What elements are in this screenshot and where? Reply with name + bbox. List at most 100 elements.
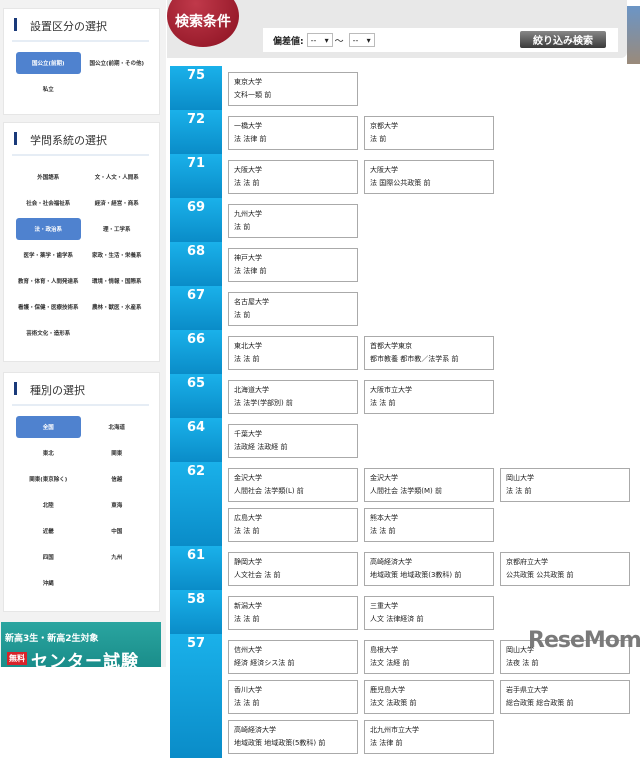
banner-line1: 新高3生・新高2生対象 — [5, 634, 99, 644]
department: 文科一類 前 — [234, 91, 272, 99]
university-card[interactable]: 信州大学 経済 経済シス法 前 — [228, 640, 358, 674]
department: 法政経 法政経 前 — [234, 443, 288, 451]
university-card[interactable]: 静岡大学 人文社会 法 前 — [228, 552, 358, 586]
university-card[interactable]: 三重大学 人文 法律経済 前 — [364, 596, 494, 630]
option-item[interactable]: 全国 — [16, 416, 81, 438]
department: 法 法律 前 — [234, 135, 267, 143]
score-cell: 67 — [170, 286, 222, 330]
option-item[interactable]: 信越 — [85, 468, 150, 490]
university-card[interactable]: 首都大学東京 都市教養 都市教／法学系 前 — [364, 336, 494, 370]
option-item[interactable]: 関東 — [85, 442, 150, 464]
option-item[interactable]: 東北 — [16, 442, 81, 464]
option-item[interactable]: 農林・獣医・水産系 — [85, 296, 150, 318]
panel-establishment: 設置区分の選択 国公立(前期) 国公立(前期・その他) 私立 — [3, 8, 160, 115]
option-item[interactable]: 医学・薬学・歯学系 — [16, 244, 81, 266]
university-card[interactable]: 京都大学法 前 — [364, 116, 494, 150]
sidebar: 設置区分の選択 国公立(前期) 国公立(前期・その他) 私立 学問系統の選択 外国語… — [0, 0, 166, 667]
university-card[interactable]: 大阪市立大学法 法 前 — [364, 380, 494, 414]
department: 法 法 前 — [234, 355, 260, 363]
department: 法 法 前 — [234, 699, 260, 707]
option-item[interactable]: 理・工学系 — [85, 218, 150, 240]
option-item[interactable]: 看護・保健・医療技術系 — [16, 296, 81, 318]
score-cell: 72 — [170, 110, 222, 154]
option-item[interactable]: 芸術文化・造形系 — [16, 322, 81, 344]
university-card[interactable]: 広島大学法 法 前 — [228, 508, 358, 542]
option-item[interactable]: 北海道 — [85, 416, 150, 438]
score-cell: 75 — [170, 66, 222, 110]
university-card[interactable]: 千葉大学 法政経 法政経 前 — [228, 424, 358, 458]
department: 人間社会 法学類(L) 前 — [234, 487, 304, 495]
university-card[interactable]: 北海道大学法 法学(学部別) 前 — [228, 380, 358, 414]
chevron-down-icon: ▾ — [366, 35, 371, 45]
university-card[interactable]: 金沢大学 人間社会 法学類(M) 前 — [364, 468, 494, 502]
score-row: 72 一橋大学法 法律 前京都大学法 前 — [170, 110, 640, 154]
university-card[interactable]: 京都府立大学 公共政策 公共政策 前 — [500, 552, 630, 586]
filter-label: 偏差値: — [273, 36, 304, 47]
university-card[interactable]: 名古屋大学法 前 — [228, 292, 358, 326]
department: 法 法 前 — [234, 179, 260, 187]
university-name: 静岡大学 — [234, 558, 262, 566]
chevron-down-icon: ▾ — [324, 35, 329, 45]
university-card[interactable]: 一橋大学法 法律 前 — [228, 116, 358, 150]
university-card[interactable]: 北九州市立大学法 法律 前 — [364, 720, 494, 754]
option-item[interactable]: 外国語系 — [16, 166, 81, 188]
university-card[interactable]: 熊本大学法 法 前 — [364, 508, 494, 542]
university-card[interactable]: 金沢大学 人間社会 法学類(L) 前 — [228, 468, 358, 502]
university-card[interactable]: 岩手県立大学 総合政策 総合政策 前 — [500, 680, 630, 714]
option-item[interactable]: 関東(東京除く) — [16, 468, 81, 490]
option-item[interactable]: 文・人文・人間系 — [85, 166, 150, 188]
option-item[interactable]: 国公立(前期) — [16, 52, 81, 74]
option-item[interactable]: 沖縄 — [16, 572, 81, 594]
panel-title: 学問系統の選択 — [12, 123, 149, 156]
option-item[interactable]: 環境・情報・国際系 — [85, 270, 150, 292]
option-item[interactable]: 家政・生活・栄養系 — [85, 244, 150, 266]
university-card[interactable]: 岡山大学法 法 前 — [500, 468, 630, 502]
filter-search-button[interactable]: 絞り込み検索 — [520, 31, 606, 48]
option-item[interactable]: 私立 — [16, 78, 81, 100]
university-name: 名古屋大学 — [234, 298, 269, 306]
university-card[interactable]: 高崎経済大学 地域政策 地域政策(3教科) 前 — [364, 552, 494, 586]
university-name: 神戸大学 — [234, 254, 262, 262]
option-item[interactable]: 社会・社会福祉系 — [16, 192, 81, 214]
option-item[interactable]: 北陸 — [16, 494, 81, 516]
option-item[interactable]: 法・政治系 — [16, 218, 81, 240]
university-name: 鹿児島大学 — [370, 686, 405, 694]
university-card[interactable]: 新潟大学法 法 前 — [228, 596, 358, 630]
department: 法文 法政策 前 — [370, 699, 417, 707]
university-name: 北九州市立大学 — [370, 726, 419, 734]
department: 法 法 前 — [234, 615, 260, 623]
university-card[interactable]: 香川大学法 法 前 — [228, 680, 358, 714]
university-card[interactable]: 鹿児島大学法文 法政策 前 — [364, 680, 494, 714]
option-item[interactable]: 中国 — [85, 520, 150, 542]
option-item[interactable]: 近畿 — [16, 520, 81, 542]
to-select[interactable]: -- ▾ — [348, 33, 375, 47]
score-cell: 62 — [170, 462, 222, 546]
option-item[interactable]: 四国 — [16, 546, 81, 568]
university-card[interactable]: 九州大学法 前 — [228, 204, 358, 238]
university-name: 大阪大学 — [370, 166, 398, 174]
option-item[interactable]: 経済・経営・商系 — [85, 192, 150, 214]
university-name: 岩手県立大学 — [506, 686, 548, 694]
university-name: 広島大学 — [234, 514, 262, 522]
from-select[interactable]: -- ▾ — [306, 33, 333, 47]
university-card[interactable]: 島根大学 法文 法経 前 — [364, 640, 494, 674]
option-item[interactable]: 東海 — [85, 494, 150, 516]
university-card[interactable]: 大阪大学法 法 前 — [228, 160, 358, 194]
university-card[interactable]: 東京大学 文科一類 前 — [228, 72, 358, 106]
department: 法 法 前 — [370, 527, 396, 535]
university-card[interactable]: 大阪大学法 国際公共政策 前 — [364, 160, 494, 194]
tilde: 〜 — [334, 36, 344, 47]
panel-region: 種別の選択 全国 北海道 東北 関東 関東(東京除く) 信越 北陸 東海 近畿 中国 四国 九州 沖縄 — [3, 372, 160, 612]
option-item[interactable]: 教育・体育・人間発達系 — [16, 270, 81, 292]
promo-banner[interactable]: 新高3生・新高2生対象 無料 センター試験 — [1, 622, 161, 667]
university-card[interactable]: 東北大学法 法 前 — [228, 336, 358, 370]
score-cell: 57 — [170, 634, 222, 758]
university-name: 大阪大学 — [234, 166, 262, 174]
decorative-edge — [627, 6, 640, 64]
option-item[interactable]: 九州 — [85, 546, 150, 568]
to-value: -- — [352, 35, 359, 45]
university-card[interactable]: 神戸大学法 法律 前 — [228, 248, 358, 282]
card-list: 九州大学法 前 — [222, 198, 640, 242]
option-item[interactable]: 国公立(前期・その他) — [85, 52, 150, 74]
university-card[interactable]: 高崎経済大学 地域政策 地域政策(5教科) 前 — [228, 720, 358, 754]
